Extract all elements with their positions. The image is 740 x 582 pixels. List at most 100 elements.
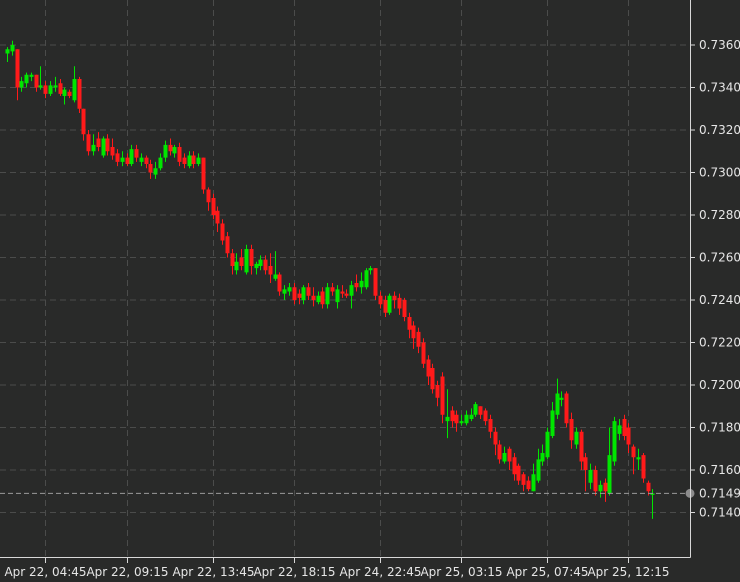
candle-body-down	[220, 223, 225, 241]
candle-body-down	[297, 293, 302, 298]
candle-body-up	[244, 249, 249, 273]
y-tick-label: 0.7200	[699, 378, 740, 392]
y-tick-label: 0.7300	[699, 166, 740, 180]
candle-body-down	[646, 482, 651, 492]
candle-body-down	[211, 198, 216, 215]
current-price-line	[0, 488, 695, 498]
candle-body-down	[177, 147, 182, 162]
candle-body-up	[368, 268, 373, 271]
candle-body-up	[469, 414, 474, 419]
candle-body-up	[555, 393, 560, 415]
candle-body-down	[421, 342, 426, 364]
candle-body-down	[110, 147, 115, 156]
candle-body-down	[373, 268, 378, 296]
candle-body-up	[172, 147, 177, 154]
candle-body-up	[617, 425, 622, 434]
candle-body-down	[67, 91, 72, 96]
candle-body-down	[77, 79, 82, 109]
candle-body-up	[473, 404, 478, 415]
candle-body-down	[411, 325, 416, 339]
x-tick-label: Apr 25, 07:45	[506, 565, 588, 579]
candle-body-down	[86, 134, 91, 152]
candle-body-down	[182, 157, 187, 164]
candle-body-down	[454, 414, 459, 424]
candle-body-up	[153, 168, 158, 175]
candle-body-down	[239, 257, 244, 266]
grid-lines	[0, 0, 690, 557]
candle-body-down	[268, 266, 273, 275]
candle-body-down	[512, 457, 517, 475]
candle-body-down	[521, 474, 526, 485]
candle-body-up	[129, 149, 134, 164]
candle-body-down	[354, 283, 359, 288]
x-axis-ticks: Apr 22, 04:45 Apr 22, 09:15 Apr 22, 13:45A…	[4, 557, 670, 579]
candle-body-down	[81, 108, 86, 135]
candle-body-up	[48, 85, 53, 94]
candle-body-down	[392, 295, 397, 300]
candle-body-up	[550, 410, 555, 436]
candle-body-down	[277, 274, 282, 292]
candle-body-down	[626, 427, 631, 445]
candle-body-down	[483, 410, 488, 422]
y-tick-label: 0.7140	[699, 506, 740, 520]
candle-body-down	[493, 431, 498, 445]
candle-body-up	[10, 45, 15, 52]
x-tick-label: Apr 25, 03:15	[420, 565, 502, 579]
x-tick-label: Apr 22, 09:15	[86, 565, 168, 579]
candle-body-down	[497, 444, 502, 460]
candle-body-up	[91, 144, 96, 152]
candle-body-up	[273, 274, 278, 279]
candle-body-down	[115, 153, 120, 162]
y-tick-label: 0.7340	[699, 81, 740, 95]
candle-body-up	[536, 459, 541, 481]
candle-body-up	[612, 421, 617, 462]
candle-body-up	[187, 155, 192, 167]
candle-body-down	[426, 359, 431, 377]
candle-body-down	[292, 287, 297, 300]
candle-body-down	[569, 419, 574, 441]
candle-body-up	[364, 270, 369, 288]
current-price-label: 0.7149	[699, 486, 740, 500]
candle-body-down	[516, 465, 521, 481]
candle-body-down	[311, 295, 316, 300]
candle-body-up	[545, 431, 550, 458]
candle-body-down	[148, 164, 153, 173]
candle-body-down	[430, 368, 435, 390]
candle-body-down	[168, 144, 173, 152]
candle-body-up	[459, 421, 464, 424]
candle-body-down	[583, 457, 588, 470]
candle-body-down	[416, 331, 421, 347]
candle-body-down	[631, 446, 636, 458]
candle-body-up	[19, 81, 24, 88]
candle-body-down	[603, 482, 608, 492]
candle-body-down	[225, 236, 230, 254]
y-axis-ticks: 0.7360 0.7340 0.7320 0.7300 0.7280 0.7260 0.72…	[690, 38, 740, 520]
candle-body-down	[134, 149, 139, 158]
candle-body-down	[43, 85, 48, 94]
candle-body-up	[120, 157, 125, 162]
candle-body-up	[258, 259, 263, 266]
candlestick-chart: 0.7360 0.7340 0.7320 0.7300 0.7280 0.7260 0.72…	[0, 0, 740, 579]
candle-body-down	[564, 393, 569, 424]
candle-body-up	[62, 89, 67, 96]
y-tick-label: 0.7220	[699, 336, 740, 350]
x-tick-label: Apr 22, 18:15	[253, 565, 335, 579]
candle-body-up	[359, 280, 364, 288]
candle-body-down	[450, 410, 455, 422]
candle-body-down	[593, 470, 598, 492]
candle-body-down	[96, 138, 101, 147]
candle-body-up	[349, 285, 354, 296]
candle-body-up	[158, 157, 163, 169]
y-tick-label: 0.7240	[699, 293, 740, 307]
x-tick-label: Apr 22, 13:45	[172, 565, 254, 579]
candle-body-down	[526, 480, 531, 490]
candle-body-up	[325, 287, 330, 305]
candle-body-down	[230, 253, 235, 266]
candle-body-down	[320, 291, 325, 305]
candle-body-up	[636, 457, 641, 460]
candle-body-up	[139, 157, 144, 162]
candle-body-down	[58, 83, 63, 94]
candle-body-down	[383, 300, 388, 313]
y-tick-label: 0.7360	[699, 38, 740, 52]
candle-body-down	[105, 138, 110, 152]
